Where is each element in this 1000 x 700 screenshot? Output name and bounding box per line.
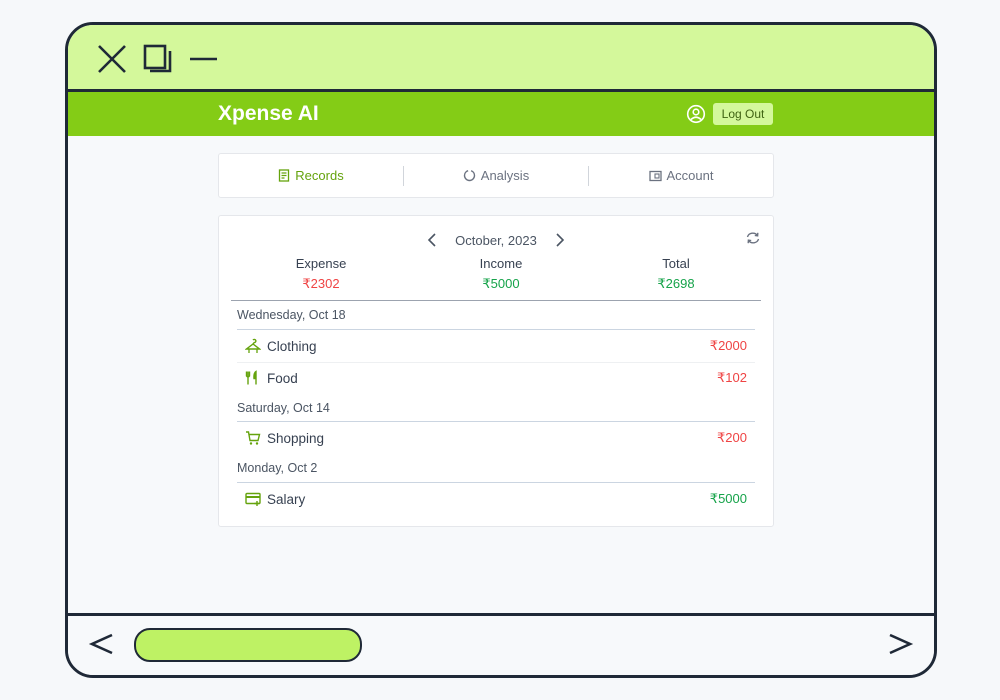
record-row[interactable]: Salary ₹5000 [245, 487, 747, 511]
record-amount: ₹102 [717, 370, 747, 385]
analysis-icon [463, 169, 475, 182]
record-category: Clothing [267, 338, 317, 354]
record-category: Salary [267, 491, 306, 507]
main-content: Records Analysis Account October, 2023 E… [68, 136, 934, 613]
forward-arrow-icon[interactable] [886, 630, 914, 658]
minimize-icon[interactable] [188, 43, 220, 75]
income-label: Income [479, 256, 523, 271]
records-card: October, 2023 Expense ₹2302 Income ₹5000… [218, 215, 774, 527]
account-icon [648, 170, 662, 181]
refresh-icon [746, 232, 760, 244]
date-divider [237, 482, 755, 483]
record-row[interactable]: Clothing ₹2000 [245, 334, 747, 358]
summary-panel: Expense ₹2302 Income ₹5000 Total ₹2698 [219, 256, 773, 296]
summary-divider [231, 300, 761, 301]
app-header: Xpense AI Log Out [68, 92, 934, 136]
food-icon [245, 370, 257, 385]
user-icon[interactable] [686, 104, 706, 124]
total-value: ₹2698 [657, 276, 695, 291]
record-amount: ₹5000 [709, 491, 747, 506]
date-header: Wednesday, Oct 18 [237, 308, 346, 322]
tab-analysis-label: Analysis [480, 168, 530, 183]
tab-bar: Records Analysis Account [218, 153, 774, 198]
back-arrow-icon[interactable] [88, 630, 116, 658]
row-divider [237, 362, 755, 363]
month-navigator: October, 2023 [219, 230, 773, 250]
brand-title: Xpense AI [218, 102, 319, 125]
chevron-left-icon [428, 233, 436, 247]
maximize-icon[interactable] [142, 43, 174, 75]
cart-icon [246, 431, 261, 445]
next-month-button[interactable] [555, 232, 565, 248]
records-icon [279, 169, 290, 182]
prev-month-button[interactable] [427, 232, 437, 248]
record-amount: ₹2000 [709, 338, 747, 353]
tab-account-label: Account [666, 168, 714, 183]
salary-icon [245, 492, 261, 506]
tab-analysis[interactable]: Analysis [404, 154, 588, 197]
record-row[interactable]: Food ₹102 [245, 366, 747, 390]
current-month: October, 2023 [455, 232, 537, 248]
logout-button[interactable]: Log Out [713, 103, 773, 125]
tab-account[interactable]: Account [589, 154, 773, 197]
record-category: Food [267, 370, 298, 386]
date-divider [237, 421, 755, 422]
close-icon[interactable] [96, 43, 128, 75]
app-window: Xpense AI Log Out Records Analysis Accou… [65, 22, 937, 678]
date-divider [237, 329, 755, 330]
date-header: Saturday, Oct 14 [237, 401, 330, 415]
summary-total: Total ₹2698 [596, 256, 756, 292]
date-header: Monday, Oct 2 [237, 461, 318, 475]
refresh-button[interactable] [745, 231, 761, 250]
browser-bottom-bar [68, 613, 934, 675]
summary-expense: Expense ₹2302 [241, 256, 401, 292]
total-label: Total [662, 256, 690, 271]
tab-records[interactable]: Records [219, 154, 403, 197]
url-bar[interactable] [134, 628, 362, 662]
chevron-right-icon [556, 233, 564, 247]
summary-income: Income ₹5000 [421, 256, 581, 292]
income-value: ₹5000 [482, 276, 520, 291]
record-category: Shopping [267, 430, 325, 446]
tab-records-label: Records [295, 168, 344, 183]
record-amount: ₹200 [717, 430, 747, 445]
window-titlebar [68, 25, 934, 92]
clothing-icon [245, 338, 261, 353]
record-row[interactable]: Shopping ₹200 [245, 426, 747, 450]
expense-value: ₹2302 [302, 276, 340, 291]
expense-label: Expense [295, 256, 347, 271]
